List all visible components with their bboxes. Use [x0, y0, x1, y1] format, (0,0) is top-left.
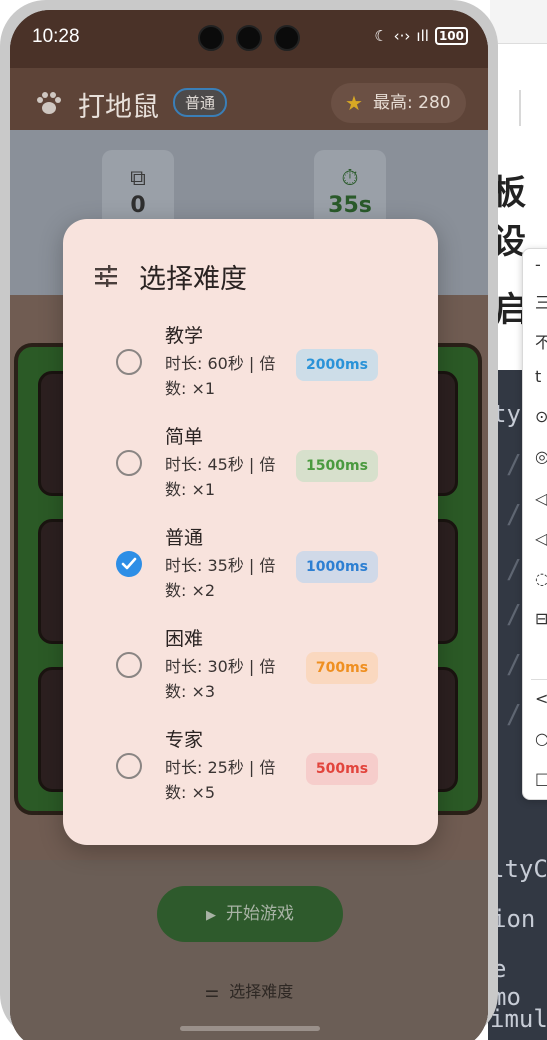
radio-button[interactable]: [116, 652, 142, 678]
background-code-slash: /: [506, 450, 522, 480]
timer-value: 35s: [328, 193, 372, 218]
phone-frame: 10:28 ☾ ‹·› ıll 100 打地鼠 普通 ★ 最高: 280 ⧉ 0…: [0, 0, 498, 1040]
background-menu-separator: [531, 679, 547, 680]
status-bar: 10:28 ☾ ‹·› ıll 100: [10, 10, 488, 68]
background-code-line: ltyC: [490, 855, 547, 883]
score-value: 0: [130, 193, 146, 218]
background-code-line: ion: [492, 905, 536, 933]
camera-icon: [274, 25, 300, 51]
option-name: 教学: [165, 325, 204, 347]
level-badge: 普通: [173, 88, 228, 117]
background-context-menu: - 三 不 t ⊙ ◎ ◁ ◁ ◌ ⊟ < ○ □: [522, 248, 547, 800]
background-menu-item[interactable]: 三: [535, 289, 547, 313]
difficulty-option-easy[interactable]: 简单 时长: 45秒 | 倍数: ×1 1500ms: [63, 422, 438, 512]
background-menu-item[interactable]: ◌: [535, 569, 547, 588]
radio-button[interactable]: [116, 349, 142, 375]
camera-icon: [198, 25, 224, 51]
data-transfer-icon: ‹·›: [393, 27, 411, 45]
best-score-label: 最高: 280: [373, 93, 451, 113]
option-description: 时长: 25秒 | 倍数: ×5: [165, 758, 276, 802]
background-tab-bar: [490, 0, 547, 44]
paw-icon: [37, 92, 61, 114]
background-menu-item[interactable]: -: [535, 255, 541, 274]
option-name: 专家: [165, 729, 204, 751]
interval-badge: 500ms: [306, 753, 378, 785]
difficulty-option-tutorial[interactable]: 教学 时长: 60秒 | 倍数: ×1 2000ms: [63, 321, 438, 411]
background-code-line: imul: [490, 1005, 547, 1033]
background-menu-item[interactable]: ⊙: [535, 407, 547, 426]
camera-icon: [236, 25, 262, 51]
app-title: 打地鼠: [78, 92, 159, 123]
radio-button[interactable]: [116, 450, 142, 476]
option-name: 困难: [165, 628, 204, 650]
background-code-slash: /: [506, 555, 522, 585]
score-chart-icon: ⧉: [130, 166, 146, 191]
interval-badge: 1000ms: [296, 551, 378, 583]
start-game-label: 开始游戏: [226, 904, 294, 924]
difficulty-option-expert[interactable]: 专家 时长: 25秒 | 倍数: ×5 500ms: [63, 725, 438, 815]
background-menu-item[interactable]: ◁: [535, 489, 547, 508]
battery-icon: 100: [434, 27, 468, 45]
option-name: 普通: [165, 527, 204, 549]
option-description: 时长: 45秒 | 倍数: ×1: [165, 455, 276, 499]
difficulty-option-normal[interactable]: 普通 时长: 35秒 | 倍数: ×2 1000ms: [63, 523, 438, 613]
background-menu-item[interactable]: 不: [535, 329, 547, 353]
tune-icon: ⚌: [204, 982, 220, 1001]
background-menu-item[interactable]: ⊟: [535, 609, 547, 628]
bottom-controls: ▶ 开始游戏 ⚌ 选择难度: [10, 860, 488, 1040]
radio-button-checked[interactable]: [116, 551, 142, 577]
background-menu-item[interactable]: <: [535, 689, 547, 708]
option-name: 简单: [165, 426, 204, 448]
moon-icon: ☾: [374, 27, 388, 45]
background-menu-item[interactable]: □: [535, 769, 547, 788]
background-code-slash: /: [506, 700, 522, 730]
status-icons: ☾ ‹·› ıll 100: [374, 27, 468, 45]
signal-icon: ıll: [416, 27, 429, 45]
background-menu-item[interactable]: ◁: [535, 529, 547, 548]
select-difficulty-label: 选择难度: [229, 982, 294, 1001]
background-code-slash: /: [506, 650, 522, 680]
interval-badge: 700ms: [306, 652, 378, 684]
home-indicator[interactable]: [180, 1026, 320, 1031]
option-description: 时长: 30秒 | 倍数: ×3: [165, 657, 276, 701]
background-menu-item[interactable]: t: [535, 367, 541, 386]
background-menu-item[interactable]: ○: [535, 729, 547, 748]
tune-icon: [95, 265, 117, 287]
start-game-button[interactable]: ▶ 开始游戏: [157, 886, 343, 942]
play-icon: ▶: [206, 908, 216, 923]
dialog-title: 选择难度: [139, 264, 247, 295]
app-screen: 10:28 ☾ ‹·› ıll 100 打地鼠 普通 ★ 最高: 280 ⧉ 0…: [10, 10, 488, 1040]
background-divider: [519, 90, 521, 126]
background-code-line: e mo: [492, 955, 521, 1011]
difficulty-option-hard[interactable]: 困难 时长: 30秒 | 倍数: ×3 700ms: [63, 624, 438, 714]
radio-button[interactable]: [116, 753, 142, 779]
interval-badge: 2000ms: [296, 349, 378, 381]
check-icon: [121, 557, 137, 570]
option-description: 时长: 35秒 | 倍数: ×2: [165, 556, 276, 600]
select-difficulty-link[interactable]: ⚌ 选择难度: [10, 978, 488, 1002]
status-time: 10:28: [32, 26, 80, 47]
phone-screen-bezel: 10:28 ☾ ‹·› ıll 100 打地鼠 普通 ★ 最高: 280 ⧉ 0…: [10, 10, 488, 1040]
difficulty-dialog: 选择难度 教学 时长: 60秒 | 倍数: ×1 2000ms 简单 时长: 4…: [63, 219, 438, 845]
app-bar: 打地鼠 普通 ★ 最高: 280: [10, 68, 488, 130]
background-code-slash: /: [506, 600, 522, 630]
timer-icon: ⏱: [341, 166, 359, 191]
star-icon: ★: [345, 91, 363, 115]
background-menu-item[interactable]: ◎: [535, 447, 547, 466]
best-score-pill: ★ 最高: 280: [331, 83, 466, 123]
interval-badge: 1500ms: [296, 450, 378, 482]
background-code-slash: /: [506, 500, 522, 530]
option-description: 时长: 60秒 | 倍数: ×1: [165, 354, 276, 398]
